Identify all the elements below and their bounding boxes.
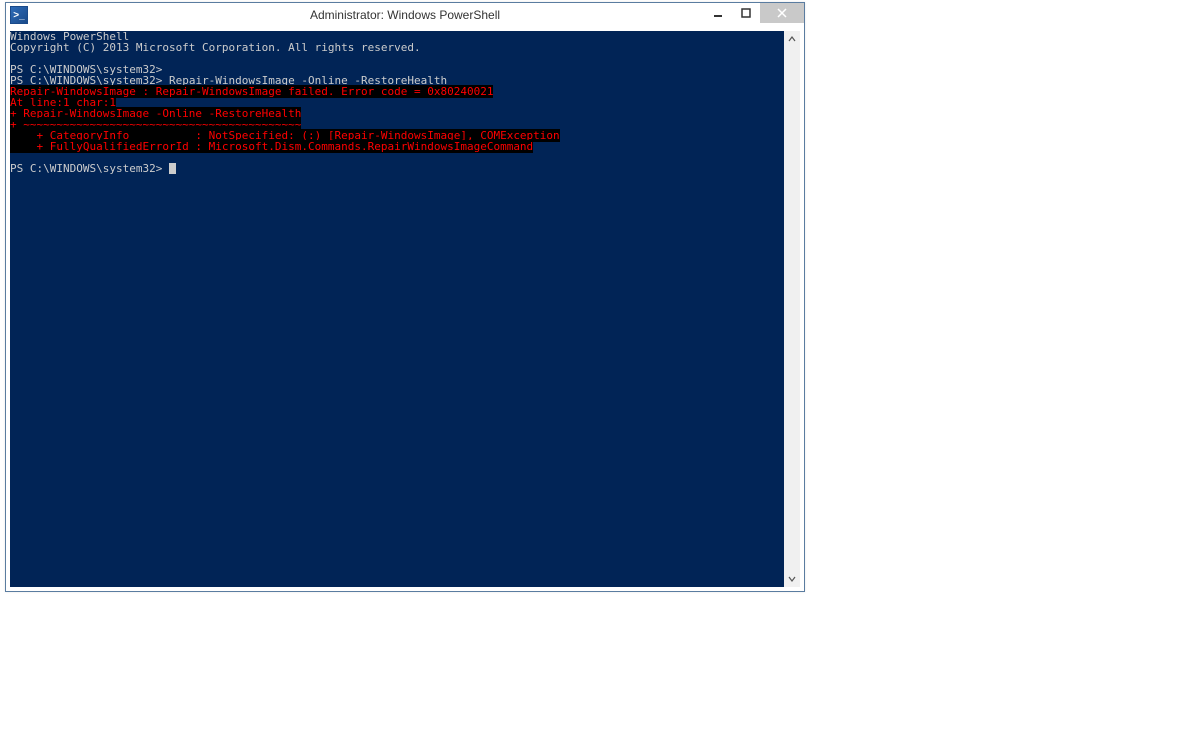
console-frame: Windows PowerShellCopyright (C) 2013 Mic… <box>6 27 804 591</box>
prompt: PS C:\WINDOWS\system32> <box>10 162 162 175</box>
command-text <box>162 162 169 175</box>
window-title: Administrator: Windows PowerShell <box>6 8 804 22</box>
powershell-window: >_ Administrator: Windows PowerShell Win… <box>5 2 805 592</box>
chevron-down-icon <box>788 575 796 583</box>
minimize-button[interactable] <box>704 3 732 23</box>
powershell-icon-glyph: >_ <box>13 10 24 21</box>
chevron-up-icon <box>788 35 796 43</box>
close-button[interactable] <box>760 3 804 23</box>
titlebar[interactable]: >_ Administrator: Windows PowerShell <box>6 3 804 27</box>
scrollbar[interactable] <box>784 31 800 587</box>
minimize-icon <box>713 8 723 18</box>
window-controls <box>704 3 804 27</box>
powershell-icon: >_ <box>10 6 28 24</box>
maximize-button[interactable] <box>732 3 760 23</box>
close-icon <box>777 8 787 18</box>
scroll-down-button[interactable] <box>784 571 800 587</box>
error-text: + FullyQualifiedErrorId : Microsoft.Dism… <box>10 140 533 153</box>
console-line: + FullyQualifiedErrorId : Microsoft.Dism… <box>10 141 800 152</box>
cursor <box>169 163 176 174</box>
console-line: Copyright (C) 2013 Microsoft Corporation… <box>10 42 800 53</box>
scroll-up-button[interactable] <box>784 31 800 47</box>
maximize-icon <box>741 8 751 18</box>
console-line: Repair-WindowsImage : Repair-WindowsImag… <box>10 86 800 97</box>
console[interactable]: Windows PowerShellCopyright (C) 2013 Mic… <box>10 31 800 587</box>
console-content[interactable]: Windows PowerShellCopyright (C) 2013 Mic… <box>10 31 800 174</box>
console-line: PS C:\WINDOWS\system32> <box>10 163 800 174</box>
